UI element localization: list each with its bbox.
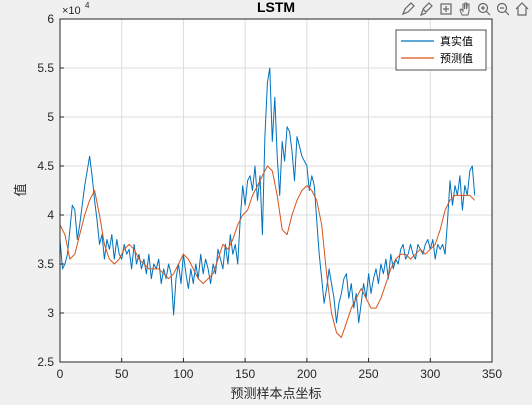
home-icon[interactable] xyxy=(513,1,530,18)
pan-hand-icon[interactable] xyxy=(456,1,473,18)
chart-title: LSTM xyxy=(257,0,295,15)
y-tick-label: 5.5 xyxy=(37,61,54,75)
figure-toolbar xyxy=(399,0,530,18)
y-tick-label: 4 xyxy=(47,208,54,222)
figure-canvas: 0 50 100 150 200 250 300 350 2.5 3 3.5 4 4.5 5 5.5 6 LS… xyxy=(0,0,532,405)
x-tick-label: 100 xyxy=(173,367,193,381)
x-tick-label: 0 xyxy=(57,367,64,381)
data-cursor-icon[interactable] xyxy=(437,1,454,18)
y-axis-label: 值 xyxy=(13,183,29,196)
legend-label: 真实值 xyxy=(440,34,473,48)
y-exponent-power: 4 xyxy=(85,1,90,10)
x-tick-label: 50 xyxy=(115,367,129,381)
y-tick-label: 3 xyxy=(47,306,54,320)
y-tick-label: 6 xyxy=(47,12,54,26)
x-axis-label: 预测样本点坐标 xyxy=(230,387,321,402)
x-tick-label: 200 xyxy=(297,367,317,381)
y-exponent-base: ×10 xyxy=(62,5,81,17)
x-tick-label: 250 xyxy=(359,367,379,381)
zoom-in-icon[interactable] xyxy=(475,1,492,18)
y-tick-label: 3.5 xyxy=(37,257,54,271)
y-tick-label: 4.5 xyxy=(37,159,54,173)
legend[interactable]: 真实值预测值 xyxy=(395,29,487,71)
legend-label: 预测值 xyxy=(440,52,473,65)
edit-plot-icon[interactable] xyxy=(399,1,416,18)
x-tick-label: 150 xyxy=(235,367,255,381)
x-tick-label: 300 xyxy=(420,367,440,381)
y-tick-label: 5 xyxy=(47,110,54,124)
zoom-out-icon[interactable] xyxy=(494,1,511,18)
brush-icon[interactable] xyxy=(418,1,435,18)
y-tick-label: 2.5 xyxy=(37,355,54,369)
x-tick-label: 350 xyxy=(482,367,502,381)
